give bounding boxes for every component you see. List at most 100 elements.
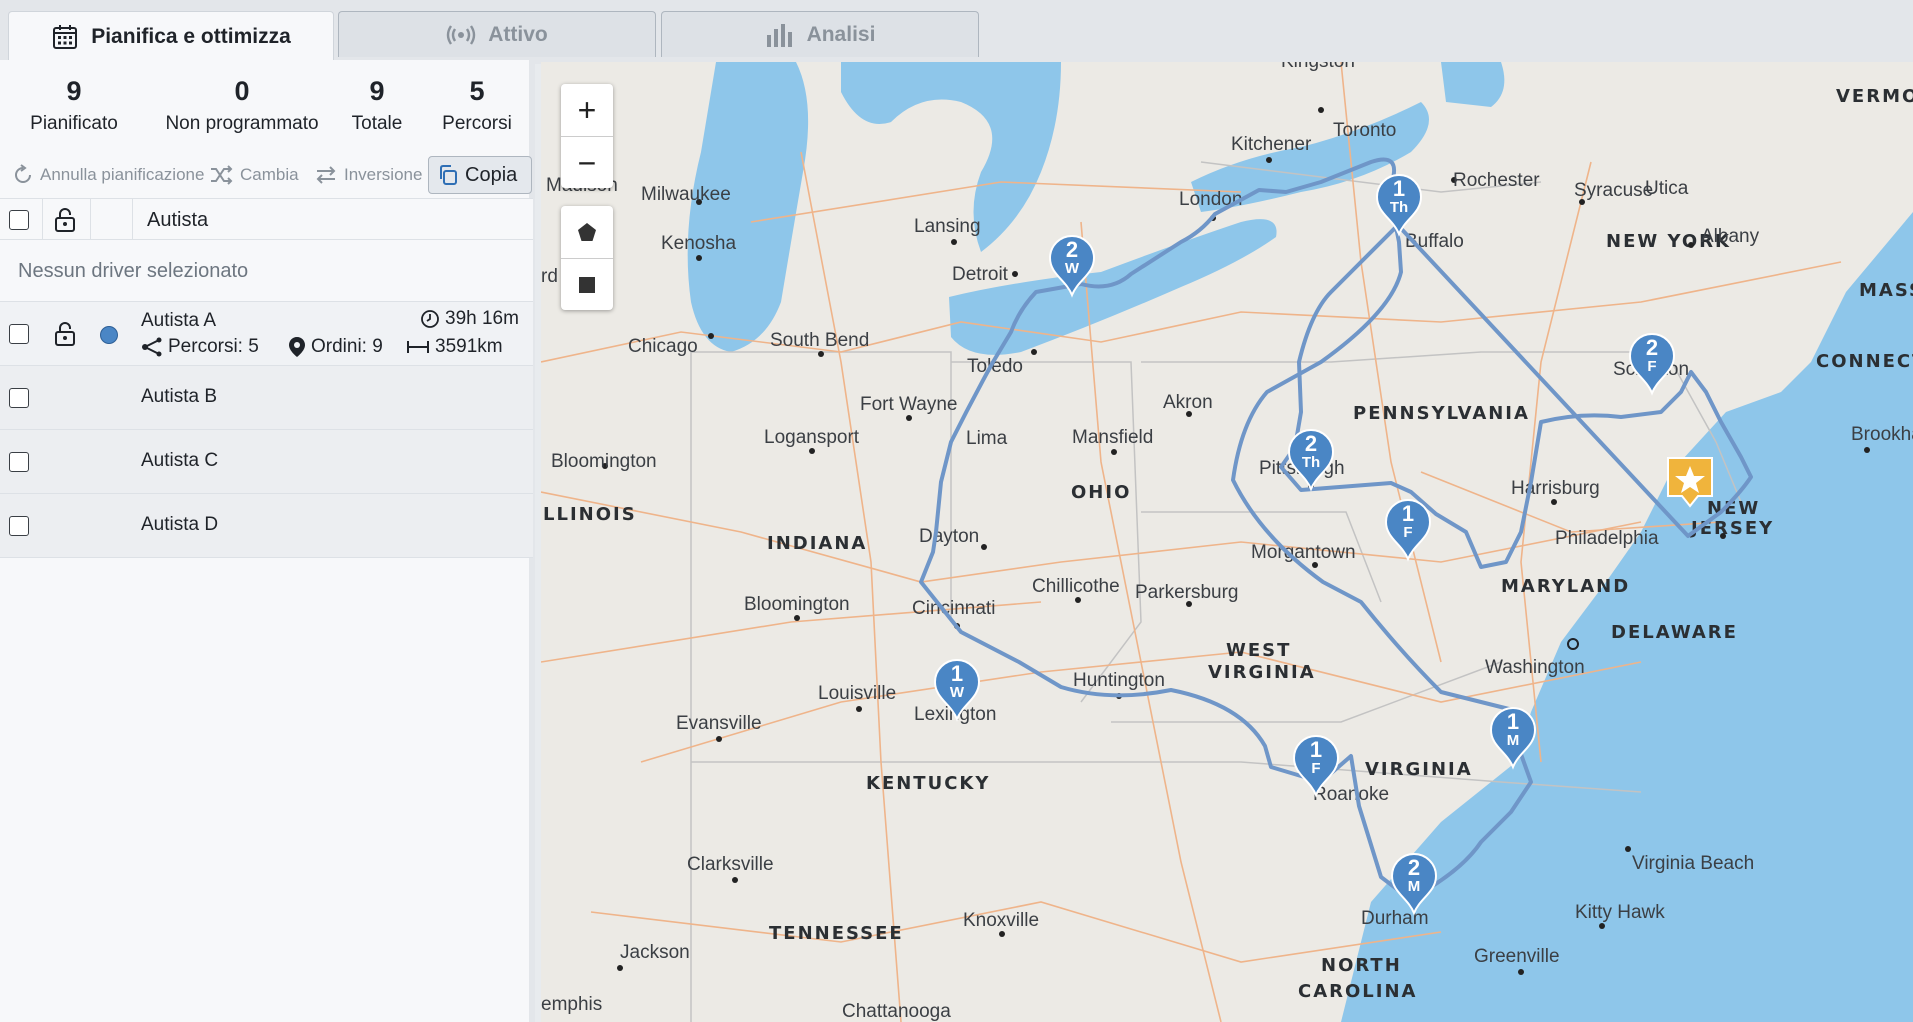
rectangle-draw-button[interactable] [561, 259, 613, 311]
svg-text:Chattanooga: Chattanooga [842, 1001, 951, 1022]
svg-text:WEST: WEST [1226, 640, 1291, 661]
copy-button[interactable]: Copia [428, 156, 532, 194]
unlock-icon[interactable] [54, 208, 76, 232]
driver-distance-value: 3591km [435, 336, 503, 357]
svg-text:London: London [1179, 189, 1242, 210]
svg-text:2: 2 [1305, 431, 1317, 456]
change-label: Cambia [240, 165, 299, 184]
stat-total: 9 Totale [340, 76, 414, 135]
no-driver-selected-row: Nessun driver selezionato [0, 240, 533, 302]
driver-row[interactable]: Autista A 39h 16m Percorsi: 5 Ordini: 9 … [0, 302, 533, 366]
zoom-out-button[interactable]: − [561, 137, 613, 189]
svg-text:2: 2 [1066, 237, 1078, 262]
swap-arrows-icon [316, 166, 336, 184]
no-driver-message: Nessun driver selezionato [18, 260, 249, 282]
svg-text:Akron: Akron [1163, 392, 1213, 413]
svg-text:Washington: Washington [1485, 657, 1585, 678]
driver-color-dot [100, 326, 118, 344]
svg-text:emphis: emphis [541, 994, 602, 1015]
svg-text:KENTUCKY: KENTUCKY [866, 773, 990, 794]
svg-text:Fort Wayne: Fort Wayne [860, 394, 958, 415]
svg-text:MARYLAND: MARYLAND [1501, 576, 1630, 597]
clock-icon [421, 310, 439, 328]
svg-text:Th: Th [1390, 199, 1408, 216]
driver-orders: Ordini: 9 [288, 336, 383, 358]
svg-text:Virginia Beach: Virginia Beach [1632, 853, 1754, 874]
svg-text:Syracuse: Syracuse [1574, 180, 1653, 201]
draw-tools [561, 206, 613, 310]
stat-value: 0 [234, 76, 250, 106]
driver-row[interactable]: Autista B [0, 366, 533, 430]
route-map[interactable]: VERMONT NEW YORK MASSA CONNECTI PENNSYLV… [541, 62, 1913, 1022]
svg-text:W: W [1065, 260, 1080, 277]
stat-label: Percorsi [442, 113, 512, 134]
svg-text:Milwaukee: Milwaukee [641, 184, 731, 205]
driver-checkbox[interactable] [9, 516, 29, 536]
calendar-icon [53, 24, 78, 49]
driver-name: Autista C [141, 450, 219, 471]
svg-text:CAROLINA: CAROLINA [1298, 981, 1417, 1002]
svg-text:Lima: Lima [966, 428, 1008, 449]
svg-text:F: F [1311, 760, 1320, 777]
svg-text:Clarksville: Clarksville [687, 854, 774, 875]
tab-active[interactable]: Attivo [338, 11, 656, 57]
stat-label: Pianificato [30, 113, 118, 134]
lake-ontario-east [1441, 62, 1505, 107]
svg-text:Kenosha: Kenosha [661, 233, 736, 254]
unlock-icon[interactable] [54, 322, 76, 346]
driver-checkbox[interactable] [9, 452, 29, 472]
zoom-in-button[interactable]: + [561, 84, 613, 137]
change-button[interactable]: Cambia [210, 156, 299, 194]
driver-routes-value: Percorsi: 5 [168, 336, 259, 357]
square-icon [579, 277, 595, 293]
stat-unscheduled: 0 Non programmato [158, 76, 326, 135]
svg-text:Durham: Durham [1361, 908, 1429, 929]
reverse-label: Inversione [344, 165, 423, 184]
polygon-draw-button[interactable] [561, 206, 613, 259]
driver-name: Autista B [141, 386, 218, 407]
svg-text:1: 1 [951, 661, 963, 686]
svg-text:Jackson: Jackson [620, 942, 690, 963]
bar-chart-icon [766, 23, 792, 47]
driver-checkbox[interactable] [9, 388, 29, 408]
svg-text:Knoxville: Knoxville [963, 910, 1039, 931]
driver-row[interactable]: Autista D [0, 494, 533, 558]
route-toolbar: Annulla pianificazione Cambia Inversione [6, 156, 532, 196]
reverse-button[interactable]: Inversione [314, 156, 422, 194]
svg-text:Toronto: Toronto [1333, 120, 1396, 141]
driver-checkbox[interactable] [9, 324, 29, 344]
svg-text:F: F [1403, 524, 1412, 541]
tab-analysis[interactable]: Analisi [661, 11, 979, 57]
svg-text:Louisville: Louisville [818, 683, 896, 704]
svg-text:1: 1 [1402, 501, 1414, 526]
unschedule-label: Annulla pianificazione [40, 165, 205, 184]
distance-icon [407, 341, 429, 353]
svg-text:Huntington: Huntington [1073, 670, 1165, 691]
pentagon-icon [578, 223, 596, 241]
unschedule-button[interactable]: Annulla pianificazione [12, 156, 204, 194]
stat-planned: 9 Pianificato [22, 76, 126, 135]
svg-text:NORTH: NORTH [1321, 955, 1402, 976]
undo-circle-icon [15, 164, 31, 183]
svg-text:Lansing: Lansing [914, 216, 981, 237]
svg-text:W: W [950, 684, 965, 701]
tab-label: Analisi [806, 22, 876, 46]
svg-text:Kitchener: Kitchener [1231, 134, 1312, 155]
svg-text:OHIO: OHIO [1071, 482, 1131, 503]
svg-text:Kitty Hawk: Kitty Hawk [1575, 902, 1665, 923]
svg-text:1: 1 [1507, 709, 1519, 734]
stats-summary: 9 Pianificato 0 Non programmato 9 Totale… [0, 76, 535, 146]
driver-time: 39h 16m [420, 308, 519, 330]
svg-text:Bloomington: Bloomington [551, 451, 657, 472]
select-all-checkbox[interactable] [9, 210, 29, 230]
driver-row[interactable]: Autista C [0, 430, 533, 494]
tab-plan-optimize[interactable]: Pianifica e ottimizza [8, 11, 334, 61]
driver-routes: Percorsi: 5 [141, 336, 259, 358]
svg-text:Albany: Albany [1701, 226, 1760, 247]
svg-text:VIRGINIA: VIRGINIA [1208, 662, 1316, 683]
map-canvas[interactable]: VERMONT NEW YORK MASSA CONNECTI PENNSYLV… [541, 62, 1913, 1022]
svg-text:JERSEY: JERSEY [1689, 518, 1774, 539]
svg-text:M: M [1408, 878, 1421, 895]
tab-label: Pianifica e ottimizza [91, 24, 291, 48]
svg-text:2: 2 [1408, 855, 1420, 880]
